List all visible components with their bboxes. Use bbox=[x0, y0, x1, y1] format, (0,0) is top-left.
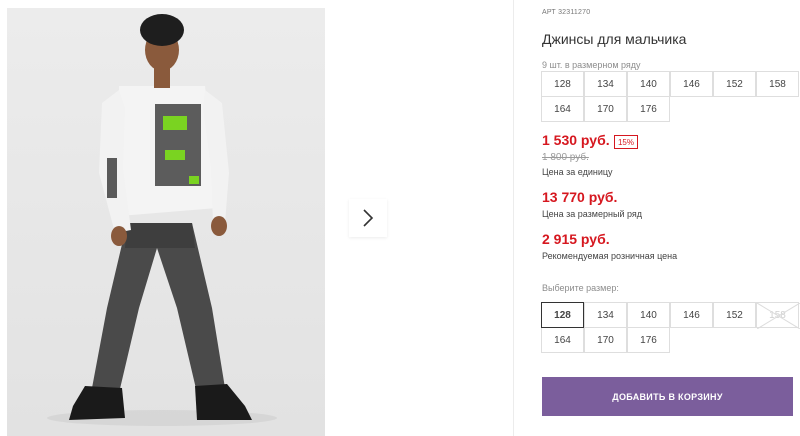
size-option-unavailable: 158 bbox=[756, 302, 800, 329]
range-size-cell: 170 bbox=[584, 96, 627, 122]
boy-illustration bbox=[47, 14, 277, 426]
unit-price: 1 530 руб. bbox=[542, 132, 610, 148]
crossed-out-icon bbox=[757, 303, 800, 329]
size-option[interactable]: 176 bbox=[627, 327, 670, 353]
product-photo bbox=[7, 8, 325, 436]
unit-price-caption: Цена за единицу bbox=[542, 167, 613, 177]
size-option[interactable]: 170 bbox=[584, 327, 627, 353]
range-size-cell: 134 bbox=[584, 71, 627, 97]
size-range-note: 9 шт. в размерном ряду bbox=[542, 60, 641, 70]
size-range-grid: 128 134 140 146 152 158 164 170 176 bbox=[541, 71, 800, 122]
product-title: Джинсы для мальчика bbox=[542, 31, 687, 47]
range-size-cell: 128 bbox=[541, 71, 584, 97]
size-option[interactable]: 146 bbox=[670, 302, 713, 328]
range-size-cell: 158 bbox=[756, 71, 799, 97]
chevron-right-icon bbox=[363, 209, 374, 227]
size-option[interactable]: 164 bbox=[541, 327, 584, 353]
article-value: 32311270 bbox=[558, 9, 591, 16]
range-size-cell: 176 bbox=[627, 96, 670, 122]
size-option[interactable]: 152 bbox=[713, 302, 756, 328]
range-price: 13 770 руб. bbox=[542, 189, 618, 205]
article-number: АРТ 32311270 bbox=[542, 9, 590, 16]
range-size-cell: 146 bbox=[670, 71, 713, 97]
range-size-cell: 164 bbox=[541, 96, 584, 122]
size-option[interactable]: 134 bbox=[584, 302, 627, 328]
size-option-selected[interactable]: 128 bbox=[541, 302, 584, 328]
range-size-cell: 152 bbox=[713, 71, 756, 97]
size-selector: 128 134 140 146 152 158 164 170 176 bbox=[541, 302, 800, 353]
discount-badge: 15% bbox=[614, 135, 638, 149]
old-price: 1 800 руб. bbox=[542, 152, 589, 163]
add-to-cart-button[interactable]: ДОБАВИТЬ В КОРЗИНУ bbox=[542, 377, 793, 416]
next-image-button[interactable] bbox=[349, 199, 387, 237]
retail-price: 2 915 руб. bbox=[542, 231, 610, 247]
range-size-cell: 140 bbox=[627, 71, 670, 97]
panel-divider bbox=[513, 0, 514, 436]
range-price-caption: Цена за размерный ряд bbox=[542, 209, 643, 219]
choose-size-label: Выберите размер: bbox=[542, 283, 619, 293]
retail-price-caption: Рекомендуемая розничная цена bbox=[542, 251, 678, 261]
article-label: АРТ bbox=[542, 9, 556, 16]
size-option[interactable]: 140 bbox=[627, 302, 670, 328]
